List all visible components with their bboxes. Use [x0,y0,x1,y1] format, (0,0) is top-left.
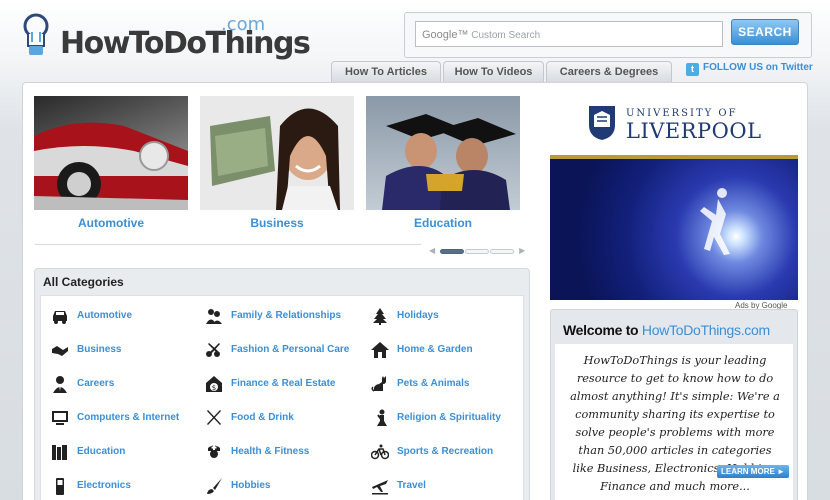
category-family-relationships[interactable]: Family & Relationships [199,306,359,326]
categories-grid: Automotive Family & Relationships Holida… [40,295,524,500]
slider-pagination: ◀ ▶ [429,241,525,259]
university-line: UNIVERSITY OF [626,108,738,119]
category-electronics[interactable]: Electronics [45,476,205,496]
lightbulb-icon [23,13,49,55]
brush-icon [207,478,222,494]
featured-label-education[interactable]: Education [366,216,520,230]
person-icon [53,376,67,393]
university-crest-icon [589,106,615,140]
category-religion-spirituality[interactable]: Religion & Spirituality [365,408,525,428]
bicycle-icon [371,444,389,460]
category-fashion-personal-care[interactable]: Fashion & Personal Care [199,340,359,360]
category-computers-internet[interactable]: Computers & Internet [45,408,205,428]
phone-icon [56,478,64,495]
category-automotive[interactable]: Automotive [45,306,205,326]
university-name: LIVERPOOL [626,119,762,143]
featured-business[interactable]: Business [200,96,354,230]
category-travel[interactable]: Travel [365,476,525,496]
car-photo[interactable] [34,96,188,210]
all-categories-panel: All Categories Automotive Family & Relat… [34,268,530,500]
site-logo[interactable]: HowToDoThings .com [18,12,311,62]
plane-icon [372,480,388,495]
cat-icon [371,376,386,392]
books-icon [52,445,67,460]
welcome-box: Welcome to HowToDoThings.com HowToDoThin… [550,309,798,500]
slider-divider [35,244,421,245]
featured-automotive[interactable]: Automotive [34,96,188,230]
twitter-follow-link[interactable]: t FOLLOW US on Twitter [686,62,813,76]
woman-money-photo[interactable] [200,96,354,210]
people-icon [206,309,222,324]
slider-dot-1[interactable] [439,249,464,254]
jumping-figure-graphic [700,188,730,255]
university-ad-banner[interactable] [550,155,798,300]
car-icon [53,311,67,324]
handshake-icon [52,346,68,356]
slider-dot-3[interactable] [489,249,514,254]
category-careers[interactable]: Careers [45,374,205,394]
featured-label-business[interactable]: Business [200,216,354,230]
svg-text:$: $ [212,384,216,392]
category-health-fitness[interactable]: Health & Fitness [199,442,359,462]
tab-careers-degrees[interactable]: Careers & Degrees [546,61,672,82]
twitter-icon: t [686,63,699,76]
praying-icon [377,409,387,426]
search-placeholder: Google™ Custom Search [422,29,541,41]
category-holidays[interactable]: Holidays [365,306,525,326]
logo-text: HowToDoThings [60,26,311,61]
search-button[interactable]: SEARCH [731,19,799,45]
category-home-garden[interactable]: Home & Garden [365,340,525,360]
welcome-title: Welcome to HowToDoThings.com [563,322,770,338]
tab-how-to-articles[interactable]: How To Articles [331,61,441,82]
money-house-icon: $ [206,376,222,392]
featured-education[interactable]: Education [366,96,520,230]
categories-title: All Categories [43,275,124,289]
category-finance-real-estate[interactable]: $ Finance & Real Estate [199,374,359,394]
computer-icon [52,411,68,425]
logo-com: .com [221,14,266,35]
learn-more-button[interactable]: LEARN MORE ► [717,465,789,478]
next-arrow-icon[interactable]: ▶ [519,246,525,255]
category-hobbies[interactable]: Hobbies [199,476,359,496]
prev-arrow-icon[interactable]: ◀ [429,246,435,255]
scissors-icon [206,343,220,357]
search-box: Google™ Custom Search SEARCH [404,12,812,58]
category-sports-recreation[interactable]: Sports & Recreation [365,442,525,462]
tree-icon [373,308,387,325]
nurse-icon [208,445,220,458]
category-business[interactable]: Business [45,340,205,360]
house-icon [371,342,389,358]
tab-how-to-videos[interactable]: How To Videos [443,61,544,82]
search-input[interactable]: Google™ Custom Search [415,21,723,47]
category-food-drink[interactable]: Food & Drink [199,408,359,428]
featured-label-automotive[interactable]: Automotive [34,216,188,230]
main-panel: Automotive Business Education ◀ ▶ All Ca… [22,82,808,500]
category-pets-animals[interactable]: Pets & Animals [365,374,525,394]
category-education[interactable]: Education [45,442,205,462]
university-ad-header[interactable]: UNIVERSITY OF LIVERPOOL [550,95,798,155]
slider-dot-2[interactable] [464,249,489,254]
fork-knife-icon [207,410,221,425]
graduates-photo[interactable] [366,96,520,210]
